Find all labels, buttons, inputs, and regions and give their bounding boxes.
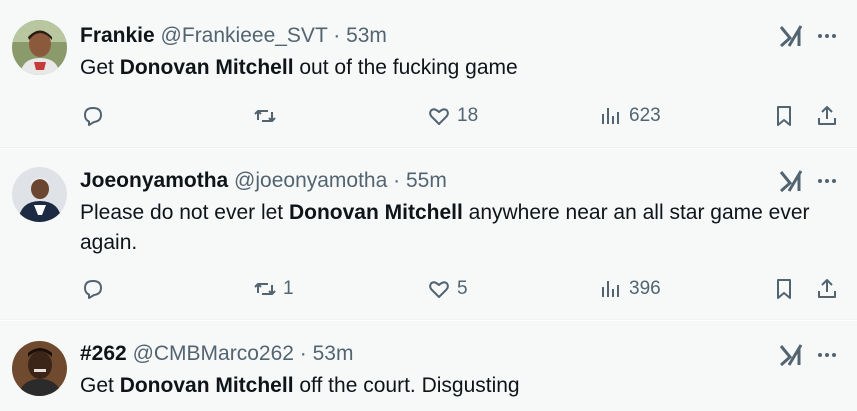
views-icon (602, 281, 619, 297)
more-icon[interactable] (815, 343, 839, 367)
text-start: Get (80, 374, 120, 397)
timestamp[interactable]: 53m (346, 24, 387, 47)
retweet-count: 1 (283, 278, 294, 299)
author-handle[interactable]: @Frankieee_SVT (161, 24, 328, 47)
tweet-header: Joeonyamotha @joeonyamotha · 55m (80, 167, 447, 195)
avatar[interactable] (12, 167, 67, 222)
grok-icon[interactable] (777, 167, 805, 195)
grok-icon[interactable] (777, 341, 805, 369)
retweet-icon (254, 110, 276, 122)
grok-icon[interactable] (777, 22, 805, 50)
tweet-header: Frankie @Frankieee_SVT · 53m (80, 22, 387, 50)
tweet-text: Get Donovan Mitchell out of the fucking … (80, 53, 820, 83)
tweet[interactable]: Joeonyamotha @joeonyamotha · 55m Please … (0, 149, 857, 320)
author-name[interactable]: #262 (80, 342, 127, 365)
text-start: Please do not ever let (80, 201, 289, 224)
tweet[interactable]: Frankie @Frankieee_SVT · 53m Get Donovan… (0, 0, 857, 148)
mentioned-name: Donovan Mitchell (288, 201, 463, 224)
mentioned-name: Donovan Mitchell (119, 374, 294, 397)
view-count: 623 (629, 105, 661, 126)
share-icon (818, 279, 836, 298)
retweet-button[interactable]: 1 (253, 274, 294, 304)
reply-button[interactable] (81, 274, 105, 304)
text-start: Get (80, 56, 120, 79)
share-button[interactable] (815, 101, 839, 131)
separator-dot: · (333, 24, 341, 47)
like-button[interactable]: 18 (427, 101, 478, 131)
heart-icon (429, 281, 449, 298)
like-button[interactable]: 5 (427, 274, 468, 304)
tweet-text: Get Donovan Mitchell off the court. Disg… (80, 371, 820, 401)
bookmark-button[interactable] (772, 274, 796, 304)
tweet-header: #262 @CMBMarco262 · 53m (80, 340, 353, 368)
tweet-actions: 1 5 396 (0, 274, 857, 304)
separator-dot: · (393, 169, 401, 192)
timestamp[interactable]: 53m (313, 342, 354, 365)
separator-dot: · (299, 342, 307, 365)
retweet-icon (254, 283, 276, 295)
text-end: out of the fucking game (293, 56, 518, 79)
author-name[interactable]: Joeonyamotha (80, 169, 228, 192)
reply-button[interactable] (81, 101, 105, 131)
mentioned-name: Donovan Mitchell (119, 56, 294, 79)
author-handle[interactable]: @CMBMarco262 (133, 342, 294, 365)
views-icon (602, 108, 619, 124)
share-icon (818, 106, 836, 125)
reply-icon (84, 280, 102, 299)
author-name[interactable]: Frankie (80, 24, 155, 47)
bookmark-icon (777, 279, 791, 299)
tweet-actions: 18 623 (0, 101, 857, 131)
author-handle[interactable]: @joeonyamotha (234, 169, 387, 192)
view-count: 396 (629, 278, 661, 299)
bookmark-button[interactable] (772, 101, 796, 131)
retweet-button[interactable] (253, 101, 277, 131)
views-button[interactable]: 396 (599, 274, 661, 304)
more-icon[interactable] (815, 24, 839, 48)
more-icon[interactable] (815, 169, 839, 193)
avatar[interactable] (12, 341, 67, 396)
bookmark-icon (777, 106, 791, 126)
share-button[interactable] (815, 274, 839, 304)
tweet[interactable]: #262 @CMBMarco262 · 53m Get Donovan Mitc… (0, 321, 857, 411)
tweet-text: Please do not ever let Donovan Mitchell … (80, 198, 820, 258)
views-button[interactable]: 623 (599, 101, 661, 131)
heart-icon (429, 108, 449, 125)
reply-icon (84, 107, 102, 126)
timestamp[interactable]: 55m (406, 169, 447, 192)
avatar[interactable] (12, 20, 67, 75)
like-count: 5 (457, 278, 468, 299)
like-count: 18 (457, 105, 479, 126)
text-end: off the court. Disgusting (293, 374, 520, 397)
tweet-feed: Frankie @Frankieee_SVT · 53m Get Donovan… (0, 0, 857, 411)
